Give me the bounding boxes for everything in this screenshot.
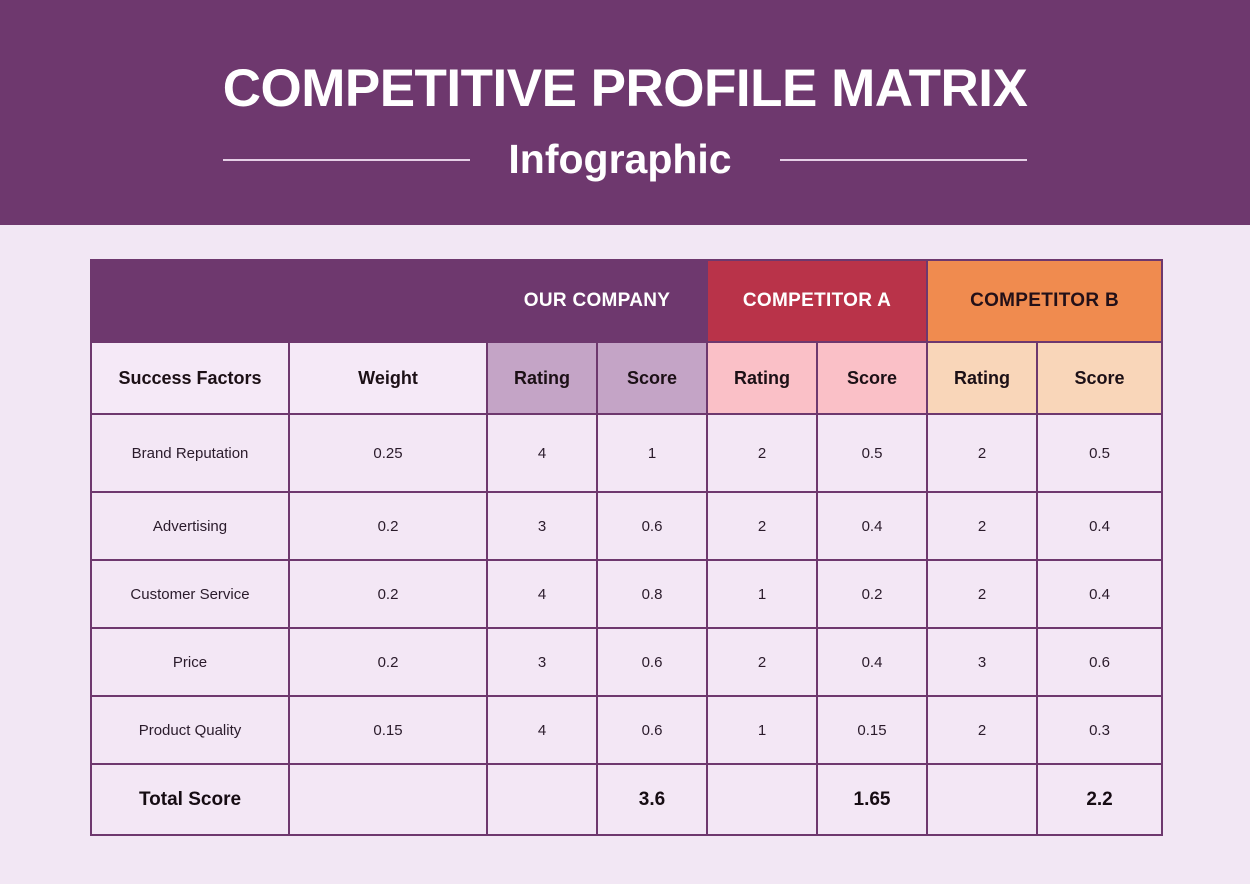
cell-weight: 0.2 — [288, 491, 488, 561]
table-row: Brand Reputation 0.25 4 1 2 0.5 2 0.5 — [90, 413, 1164, 493]
total-a-score: 1.65 — [816, 763, 929, 836]
cell-b-rating: 2 — [926, 559, 1039, 629]
cell-factor: Product Quality — [90, 695, 290, 765]
cell-b-score: 0.4 — [1036, 491, 1164, 561]
cell-our-rating: 4 — [486, 559, 598, 629]
total-our-score: 3.6 — [595, 763, 709, 836]
cell-factor: Brand Reputation — [90, 413, 290, 493]
cell-b-score: 0.5 — [1036, 413, 1164, 493]
cell-b-score: 0.4 — [1036, 559, 1164, 629]
cpm-table-container: OUR COMPANY COMPETITOR A COMPETITOR B Su… — [90, 259, 1164, 836]
column-header-b-score: Score — [1036, 341, 1164, 415]
cell-a-score: 0.2 — [816, 559, 929, 629]
cell-our-score: 0.8 — [595, 559, 709, 629]
cell-our-rating: 3 — [486, 627, 598, 697]
cell-b-rating: 2 — [926, 695, 1039, 765]
cell-factor: Advertising — [90, 491, 290, 561]
competitive-profile-matrix-table: OUR COMPANY COMPETITOR A COMPETITOR B Su… — [90, 259, 1164, 836]
group-header-competitor-a: COMPETITOR A — [706, 259, 929, 343]
cell-weight: 0.2 — [288, 559, 488, 629]
table-row: Advertising 0.2 3 0.6 2 0.4 2 0.4 — [90, 491, 1164, 561]
total-b-score: 2.2 — [1036, 763, 1164, 836]
cell-a-score: 0.4 — [816, 627, 929, 697]
cell-factor: Customer Service — [90, 559, 290, 629]
page-title: COMPETITIVE PROFILE MATRIX — [222, 59, 1028, 118]
total-our-rating — [486, 763, 598, 836]
column-header-b-rating: Rating — [926, 341, 1039, 415]
cell-a-score: 0.5 — [816, 413, 929, 493]
total-weight — [288, 763, 488, 836]
group-header-our-company: OUR COMPANY — [485, 259, 709, 343]
cell-factor: Price — [90, 627, 290, 697]
column-header-our-rating: Rating — [486, 341, 598, 415]
column-header-success-factors: Success Factors — [90, 341, 290, 415]
cell-b-rating: 2 — [926, 413, 1039, 493]
column-header-weight: Weight — [288, 341, 488, 415]
cell-a-score: 0.15 — [816, 695, 929, 765]
cell-our-rating: 4 — [486, 413, 598, 493]
cell-a-rating: 2 — [706, 491, 819, 561]
cell-b-rating: 2 — [926, 491, 1039, 561]
table-row: Product Quality 0.15 4 0.6 1 0.15 2 0.3 — [90, 695, 1164, 765]
cell-a-score: 0.4 — [816, 491, 929, 561]
table-row: Customer Service 0.2 4 0.8 1 0.2 2 0.4 — [90, 559, 1164, 629]
column-header-our-score: Score — [595, 341, 709, 415]
cell-our-rating: 4 — [486, 695, 598, 765]
group-header-competitor-b: COMPETITOR B — [926, 259, 1164, 343]
total-b-rating — [926, 763, 1039, 836]
group-header-blank — [90, 259, 488, 343]
subtitle-row: Infographic — [0, 139, 1250, 180]
cell-a-rating: 2 — [706, 627, 819, 697]
cell-our-rating: 3 — [486, 491, 598, 561]
decorative-rule-left — [223, 158, 471, 161]
column-header-a-score: Score — [816, 341, 929, 415]
cell-b-score: 0.6 — [1036, 627, 1164, 697]
cell-a-rating: 2 — [706, 413, 819, 493]
column-header-row: Success Factors Weight Rating Score Rati… — [90, 341, 1164, 415]
cell-b-score: 0.3 — [1036, 695, 1164, 765]
column-header-a-rating: Rating — [706, 341, 819, 415]
cell-weight: 0.15 — [288, 695, 488, 765]
cell-b-rating: 3 — [926, 627, 1039, 697]
decorative-rule-right — [779, 158, 1027, 161]
cell-our-score: 0.6 — [595, 695, 709, 765]
cell-a-rating: 1 — [706, 559, 819, 629]
cell-our-score: 1 — [595, 413, 709, 493]
cell-our-score: 0.6 — [595, 627, 709, 697]
group-header-row: OUR COMPANY COMPETITOR A COMPETITOR B — [90, 259, 1164, 343]
cell-our-score: 0.6 — [595, 491, 709, 561]
total-score-row: Total Score 3.6 1.65 2.2 — [90, 763, 1164, 836]
cell-weight: 0.2 — [288, 627, 488, 697]
page-subtitle: Infographic — [508, 136, 732, 182]
table-row: Price 0.2 3 0.6 2 0.4 3 0.6 — [90, 627, 1164, 697]
total-a-rating — [706, 763, 819, 836]
title-banner: COMPETITIVE PROFILE MATRIX Infographic — [0, 0, 1250, 225]
cell-a-rating: 1 — [706, 695, 819, 765]
total-label: Total Score — [90, 763, 290, 836]
cell-weight: 0.25 — [288, 413, 488, 493]
